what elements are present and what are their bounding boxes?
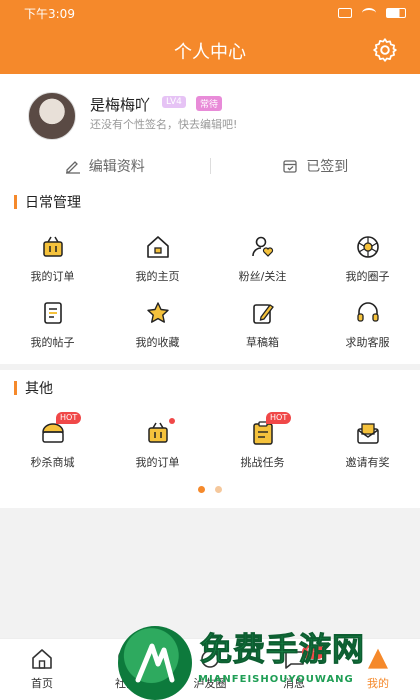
grid-item-label: 我的主页 [135,270,180,283]
grid-item-label: 我的订单 [135,456,180,469]
status-bar: 下午3:09 [0,0,420,26]
grid-item-label: 求助客服 [345,336,390,349]
gear-icon[interactable] [372,37,398,63]
calendar-check-icon [283,160,297,173]
my-posts-button[interactable]: 我的帖子 [0,300,105,366]
section-accent-bar [14,195,17,209]
invite-reward-button[interactable]: 邀请有奖 [315,420,420,486]
star-icon [146,302,169,323]
my-orders-button-2[interactable]: 我的订单 [105,418,210,486]
aperture-icon [356,236,379,258]
my-favorites-button[interactable]: 我的收藏 [105,300,210,366]
app-header: 个人中心 [0,26,420,74]
grid-item-label: 粉丝/关注 [238,270,287,283]
document-icon [43,302,62,324]
customer-service-button[interactable]: 求助客服 [315,300,420,366]
daily-management-section: 日常管理 我的订单 我的主页 粉丝/关注 我的圈子 我的帖子 我的收藏 草稿箱 … [0,184,420,364]
page-title: 个人中心 [174,42,246,63]
section-accent-bar [14,381,17,395]
status-time: 下午3:09 [24,6,75,21]
status-icons [338,8,406,18]
checkin-label: 已签到 [306,159,349,175]
other-section: 其他 HOT 秒杀商城 我的订单 HOT 挑战任务 邀请有奖 [0,370,420,508]
grid-item-label: 我的收藏 [135,336,180,349]
home-icon [146,236,169,258]
drafts-button[interactable]: 草稿箱 [210,300,315,366]
watermark-title: 免费手游网 [199,630,366,669]
other-grid: HOT 秒杀商城 我的订单 HOT 挑战任务 邀请有奖 [0,412,420,486]
grid-item-label: 我的圈子 [345,270,390,283]
section-title: 日常管理 [25,195,81,211]
tab-home[interactable]: 首页 [0,639,84,700]
edit-profile-label: 编辑资料 [88,159,145,175]
grid-item-label: 草稿箱 [246,336,279,349]
watermark-logo [118,626,192,700]
section-title: 其他 [25,381,53,397]
grid-item-label: 我的订单 [30,270,75,283]
leaf-logo-icon [135,643,175,683]
watermark-subtitle: MIANFEISHOUYOUWANG [198,674,354,685]
wifi-icon [362,8,376,18]
battery-icon [386,8,406,18]
flash-sale-button[interactable]: HOT 秒杀商城 [0,412,105,486]
hot-badge: HOT [266,412,292,424]
daily-grid: 我的订单 我的主页 粉丝/关注 我的圈子 我的帖子 我的收藏 草稿箱 求助客服 [0,234,420,366]
page-dot[interactable] [215,486,222,493]
challenge-tasks-button[interactable]: HOT 挑战任务 [210,412,315,486]
basket-icon [42,236,63,257]
profile-card: 是梅梅吖 LV4 常待 还没有个性签名，快去编辑吧! 编辑资料 已签到 [0,74,420,184]
checkin-button[interactable]: 已签到 [211,152,420,180]
my-homepage-button[interactable]: 我的主页 [105,234,210,300]
user-name: 是梅梅吖 [90,96,151,114]
envelope-icon [356,423,379,444]
grid-item-label: 秒杀商城 [30,456,75,469]
page-dot-active[interactable] [198,486,205,493]
my-orders-button[interactable]: 我的订单 [0,234,105,300]
hot-badge: HOT [56,412,82,424]
watermark: 免费手游网 MIANFEISHOUYOUWANG [118,618,418,700]
grid-item-label: 挑战任务 [240,456,285,469]
user-signature: 还没有个性签名，快去编辑吧! [90,118,238,131]
draft-icon [252,304,274,324]
status-badge: 常待 [196,96,223,111]
section-header: 日常管理 [14,192,81,212]
level-badge: LV4 [162,96,186,108]
headset-icon [356,302,379,322]
basket-icon [147,422,168,443]
home-icon [32,649,52,669]
tab-label: 首页 [31,677,53,690]
page-indicator [0,486,420,493]
person-heart-icon [251,236,273,257]
grid-item-label: 我的帖子 [30,336,75,349]
edit-profile-button[interactable]: 编辑资料 [0,152,210,180]
my-circle-button[interactable]: 我的圈子 [315,234,420,300]
notification-icon [338,8,352,18]
grid-item-label: 邀请有奖 [345,456,390,469]
fans-follow-button[interactable]: 粉丝/关注 [210,234,315,300]
pencil-icon [65,161,80,174]
section-header: 其他 [14,378,53,398]
avatar[interactable] [28,92,76,140]
notification-dot [169,418,175,424]
profile-actions: 编辑资料 已签到 [0,152,420,180]
